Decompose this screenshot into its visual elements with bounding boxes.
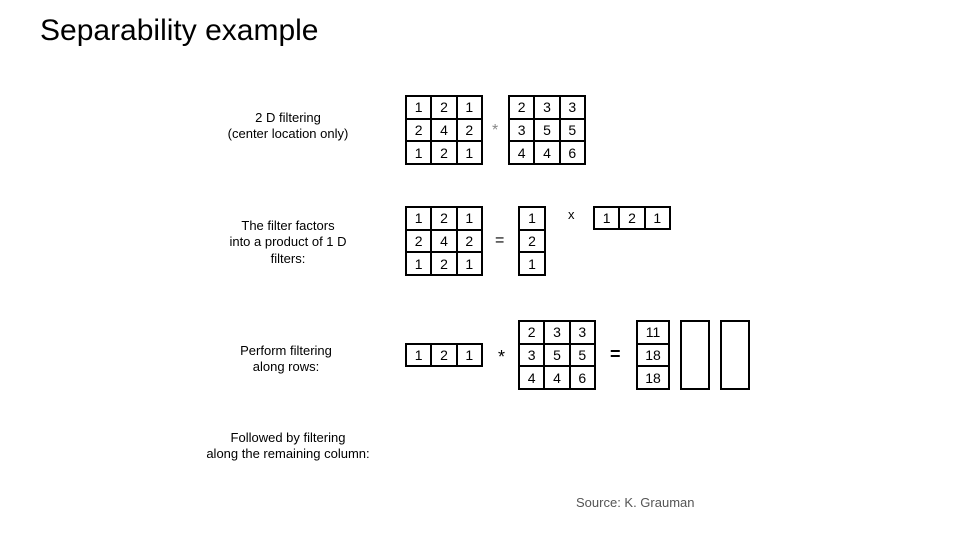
matrix-cell: 11 bbox=[637, 321, 669, 344]
matrix-cell: 4 bbox=[431, 119, 456, 142]
operator-convolve-icon: * bbox=[498, 347, 505, 368]
source-attribution: Source: K. Grauman bbox=[576, 495, 695, 510]
matrix-cell: 2 bbox=[431, 252, 456, 275]
matrix-cell: 4 bbox=[431, 230, 456, 253]
operator-multiply-icon: x bbox=[568, 207, 575, 222]
matrix-cell: 2 bbox=[431, 141, 456, 164]
matrix-cell: 1 bbox=[519, 207, 545, 230]
caption-line: (center location only) bbox=[228, 126, 349, 141]
matrix-cell: 1 bbox=[406, 96, 431, 119]
matrix-row-vector: 1 2 1 bbox=[593, 206, 671, 230]
matrix-cell: 3 bbox=[534, 96, 559, 119]
matrix-kernel: 1 2 1 2 4 2 1 2 1 bbox=[405, 206, 483, 276]
caption-line: into a product of 1 D bbox=[229, 234, 346, 249]
matrix-cell: 1 bbox=[457, 141, 482, 164]
matrix-row-vector: 1 2 1 bbox=[405, 343, 483, 367]
operator-equals-icon: = bbox=[495, 232, 504, 250]
matrix-image: 2 3 3 3 5 5 4 4 6 bbox=[508, 95, 586, 165]
operator-equals-icon: = bbox=[610, 344, 621, 365]
matrix-cell: 1 bbox=[594, 207, 619, 229]
caption-line: along the remaining column: bbox=[206, 446, 369, 461]
matrix-cell: 4 bbox=[509, 141, 534, 164]
matrix-kernel: 1 2 1 2 4 2 1 2 1 bbox=[405, 95, 483, 165]
caption-line: Perform filtering bbox=[240, 343, 332, 358]
matrix-cell: 5 bbox=[544, 344, 569, 367]
operator-convolve-icon: * bbox=[492, 122, 498, 140]
matrix-cell: 4 bbox=[544, 366, 569, 389]
matrix-cell: 2 bbox=[406, 119, 431, 142]
matrix-cell: 6 bbox=[570, 366, 595, 389]
matrix-cell: 1 bbox=[457, 344, 482, 366]
matrix-cell: 2 bbox=[431, 96, 456, 119]
matrix-cell: 3 bbox=[544, 321, 569, 344]
caption-2d-filtering: 2 D filtering (center location only) bbox=[193, 110, 383, 143]
matrix-cell: 5 bbox=[560, 119, 585, 142]
matrix-cell: 2 bbox=[431, 207, 456, 230]
matrix-cell: 3 bbox=[509, 119, 534, 142]
matrix-cell: 18 bbox=[637, 344, 669, 367]
matrix-image: 2 3 3 3 5 5 4 4 6 bbox=[518, 320, 596, 390]
matrix-cell: 2 bbox=[406, 230, 431, 253]
matrix-cell: 1 bbox=[645, 207, 670, 229]
matrix-cell: 3 bbox=[560, 96, 585, 119]
matrix-empty-cell bbox=[680, 320, 710, 390]
matrix-cell: 4 bbox=[519, 366, 544, 389]
matrix-cell: 3 bbox=[519, 344, 544, 367]
matrix-cell: 5 bbox=[570, 344, 595, 367]
matrix-cell: 1 bbox=[406, 344, 431, 366]
matrix-cell: 2 bbox=[619, 207, 644, 229]
matrix-cell: 1 bbox=[457, 96, 482, 119]
caption-factors: The filter factors into a product of 1 D… bbox=[198, 218, 378, 267]
matrix-result-column: 11 18 18 bbox=[636, 320, 670, 390]
matrix-cell: 2 bbox=[519, 321, 544, 344]
matrix-cell: 1 bbox=[406, 252, 431, 275]
caption-line: 2 D filtering bbox=[255, 110, 321, 125]
matrix-cell: 4 bbox=[534, 141, 559, 164]
matrix-cell: 3 bbox=[570, 321, 595, 344]
matrix-cell: 1 bbox=[457, 207, 482, 230]
matrix-cell: 5 bbox=[534, 119, 559, 142]
caption-line: along rows: bbox=[253, 359, 319, 374]
caption-line: The filter factors bbox=[241, 218, 334, 233]
matrix-cell: 2 bbox=[509, 96, 534, 119]
caption-columns: Followed by filtering along the remainin… bbox=[168, 430, 408, 463]
matrix-column-vector: 1 2 1 bbox=[518, 206, 546, 276]
matrix-cell: 1 bbox=[519, 252, 545, 275]
matrix-cell: 1 bbox=[457, 252, 482, 275]
matrix-cell: 6 bbox=[560, 141, 585, 164]
matrix-cell: 18 bbox=[637, 366, 669, 389]
slide-title: Separability example bbox=[40, 14, 318, 48]
matrix-cell: 1 bbox=[406, 207, 431, 230]
caption-line: Followed by filtering bbox=[231, 430, 346, 445]
matrix-cell: 2 bbox=[519, 230, 545, 253]
matrix-cell: 1 bbox=[406, 141, 431, 164]
matrix-cell: 2 bbox=[431, 344, 456, 366]
matrix-cell: 2 bbox=[457, 230, 482, 253]
matrix-cell: 2 bbox=[457, 119, 482, 142]
caption-rows: Perform filtering along rows: bbox=[206, 343, 366, 376]
matrix-empty-cell bbox=[720, 320, 750, 390]
caption-line: filters: bbox=[271, 251, 306, 266]
